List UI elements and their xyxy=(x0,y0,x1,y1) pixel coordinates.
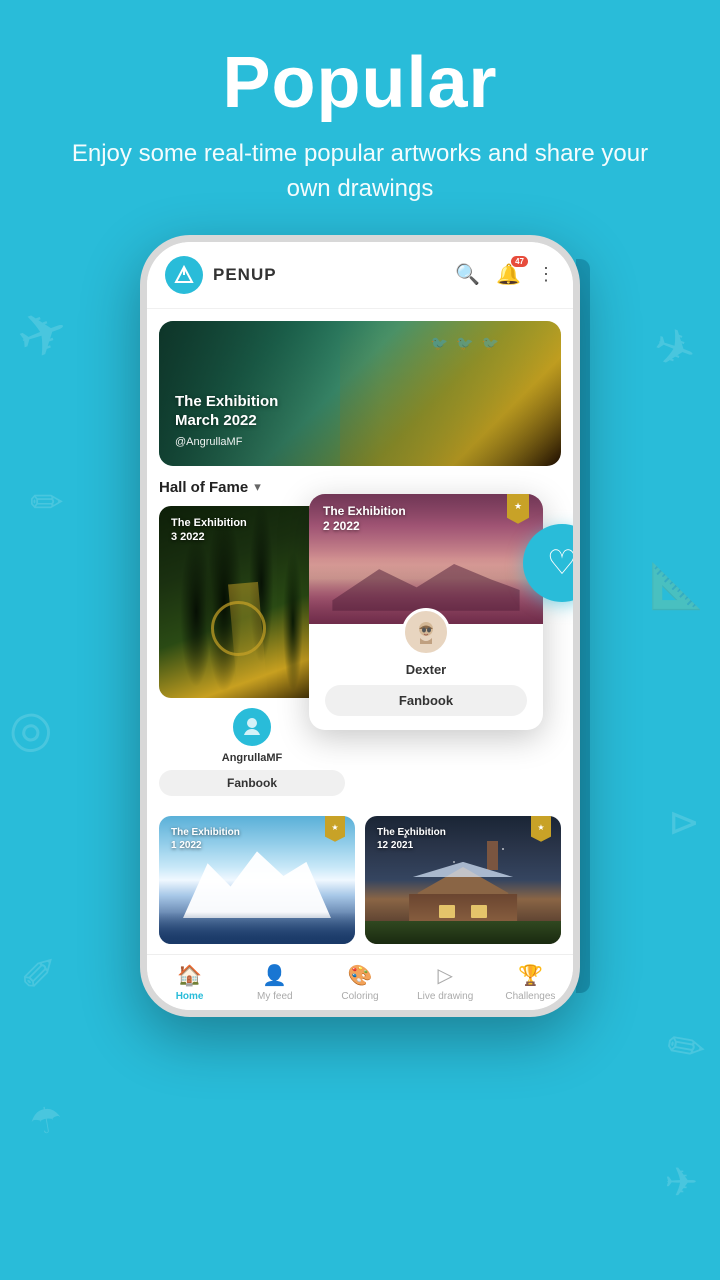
bottom-bookmark-1: ★ xyxy=(325,816,345,842)
artist-avatar-1 xyxy=(231,706,273,748)
notification-badge: 47 xyxy=(511,256,528,267)
search-icon[interactable]: 🔍 xyxy=(455,262,480,287)
coloring-icon: 🎨 xyxy=(348,963,373,988)
nav-item-live[interactable]: ▷ Live drawing xyxy=(403,963,488,1002)
penup-logo[interactable] xyxy=(165,256,203,294)
nav-label-challenges: Challenges xyxy=(505,991,555,1002)
fanbook-btn-1[interactable]: Fanbook xyxy=(159,770,345,796)
artist-name-1: AngrullaMF xyxy=(159,752,345,764)
app-name: PENUP xyxy=(213,265,455,285)
banner-title: The ExhibitionMarch 2022 xyxy=(175,393,278,431)
bottom-card-label-1: The Exhibition1 2022 xyxy=(171,826,240,852)
bottom-card-label-2: The Exhibition12 2021 xyxy=(377,826,446,852)
nav-item-feed[interactable]: 👤 My feed xyxy=(232,963,317,1002)
phone-mockup: PENUP 🔍 🔔 47 ⋮ 🐦 🐦 🐦 xyxy=(140,235,580,1017)
home-icon: 🏠 xyxy=(177,963,202,988)
banner-text: The ExhibitionMarch 2022 @AngrullaMF xyxy=(175,393,278,448)
exhibition-banner[interactable]: 🐦 🐦 🐦 The ExhibitionMarch 2022 @Angrulla… xyxy=(159,321,561,466)
card-label-1: The Exhibition3 2022 xyxy=(171,516,247,545)
live-icon: ▷ xyxy=(438,963,453,988)
nav-label-coloring: Coloring xyxy=(341,991,378,1002)
bottom-card-2[interactable]: The Exhibition12 2021 ★ xyxy=(365,816,561,944)
hof-dropdown-icon[interactable]: ▾ xyxy=(254,479,261,495)
more-options-icon[interactable]: ⋮ xyxy=(537,264,555,285)
page-subtitle: Enjoy some real-time popular artworks an… xyxy=(60,137,660,207)
popup-fanbook-btn[interactable]: Fanbook xyxy=(325,685,527,716)
nav-label-live: Live drawing xyxy=(417,991,473,1002)
popup-artist-name: Dexter xyxy=(325,662,527,677)
nav-item-coloring[interactable]: 🎨 Coloring xyxy=(317,963,402,1002)
bottom-cards-section: The Exhibition1 2022 ★ xyxy=(147,808,573,954)
page-title: Popular xyxy=(60,44,660,123)
popup-bookmark: ★ xyxy=(507,494,529,524)
bottom-card-1[interactable]: The Exhibition1 2022 ★ xyxy=(159,816,355,944)
nav-item-challenges[interactable]: 🏆 Challenges xyxy=(488,963,573,1002)
nav-label-home: Home xyxy=(176,991,204,1002)
app-topbar: PENUP 🔍 🔔 47 ⋮ xyxy=(147,242,573,309)
nav-item-home[interactable]: 🏠 Home xyxy=(147,963,232,1002)
banner-author: @AngrullaMF xyxy=(175,436,278,448)
notification-icon[interactable]: 🔔 xyxy=(496,264,521,286)
header-section: Popular Enjoy some real-time popular art… xyxy=(0,0,720,235)
popup-label: The Exhibition2 2022 xyxy=(323,504,406,535)
nav-label-feed: My feed xyxy=(257,991,293,1002)
bottom-nav: 🏠 Home 👤 My feed 🎨 Coloring xyxy=(147,954,573,1010)
hof-section: Hall of Fame ▾ xyxy=(147,466,573,808)
popup-avatar xyxy=(402,608,450,656)
heart-icon: ♡ xyxy=(547,543,573,583)
feed-icon: 👤 xyxy=(262,963,287,988)
challenges-icon: 🏆 xyxy=(518,963,543,988)
hof-title: Hall of Fame xyxy=(159,479,248,496)
popup-card[interactable]: ★ The Exhibition2 2022 xyxy=(309,494,543,730)
bottom-bookmark-2: ★ xyxy=(531,816,551,842)
